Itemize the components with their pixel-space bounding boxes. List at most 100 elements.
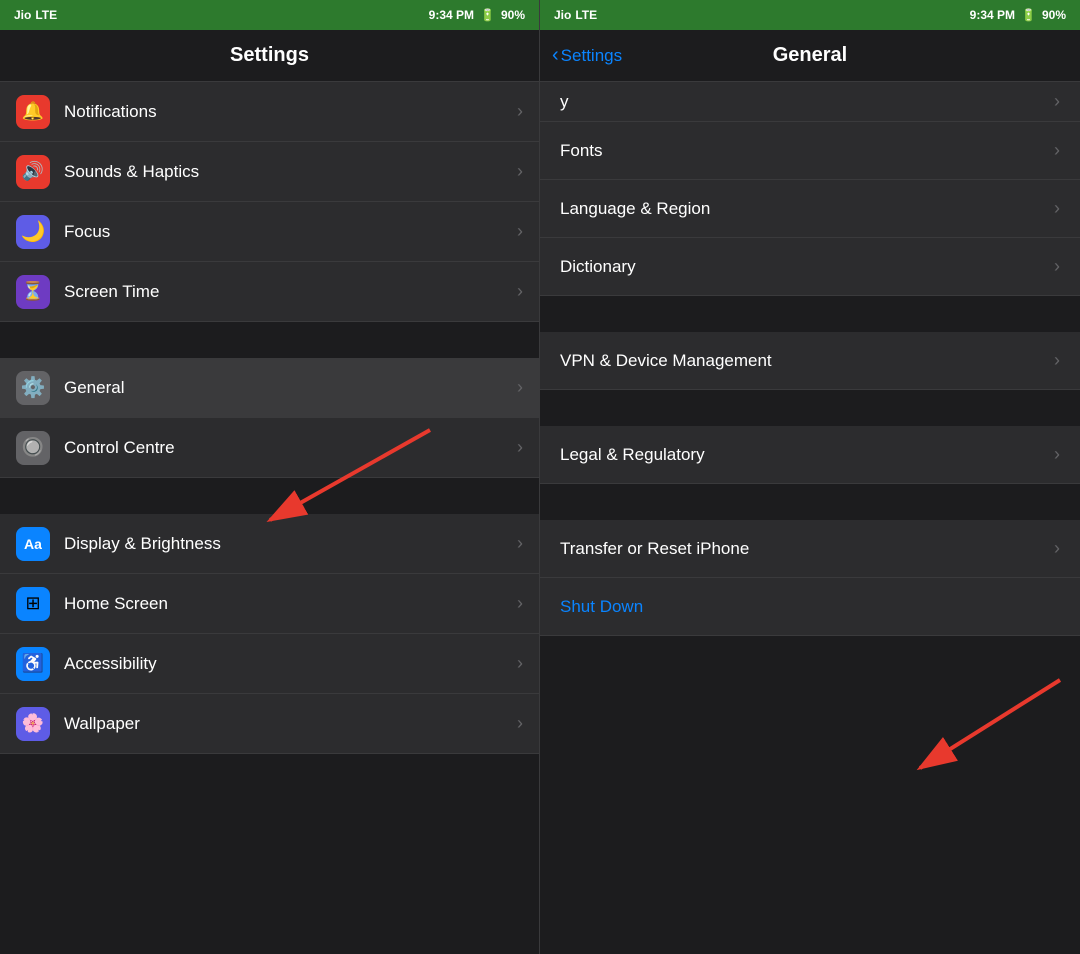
left-panel: Jio LTE 9:34 PM 🔋 90% Settings 🔔 Notific… [0, 0, 540, 954]
settings-item-transfer[interactable]: Transfer or Reset iPhone › [540, 520, 1080, 578]
accessibility-label: Accessibility [64, 654, 509, 674]
fonts-label: Fonts [560, 141, 1046, 161]
legal-chevron: › [1054, 444, 1060, 465]
network-right: LTE [575, 8, 597, 22]
settings-item-fonts[interactable]: Fonts › [540, 122, 1080, 180]
right-group-spacer2 [540, 390, 1080, 426]
sidebar-item-sounds[interactable]: 🔊 Sounds & Haptics › [0, 142, 539, 202]
settings-item-dictionary[interactable]: Dictionary › [540, 238, 1080, 296]
focus-label: Focus [64, 222, 509, 242]
transfer-chevron: › [1054, 538, 1060, 559]
partial-item[interactable]: y › [540, 82, 1080, 122]
sidebar-item-accessibility[interactable]: ♿ Accessibility › [0, 634, 539, 694]
controlcentre-icon: 🔘 [16, 431, 50, 465]
settings-item-legal[interactable]: Legal & Regulatory › [540, 426, 1080, 484]
vpn-chevron: › [1054, 350, 1060, 371]
focus-chevron: › [517, 221, 523, 242]
language-chevron: › [1054, 198, 1060, 219]
display-icon: Aa [16, 527, 50, 561]
time-right: 9:34 PM [970, 8, 1015, 22]
right-status-bar-left: Jio LTE [554, 8, 597, 22]
dictionary-label: Dictionary [560, 257, 1046, 277]
shutdown-label: Shut Down [560, 597, 1060, 617]
battery-left: 90% [501, 8, 525, 22]
left-group2: ⚙️ General › 🔘 Control Centre › [0, 358, 539, 478]
right-panel: Jio LTE 9:34 PM 🔋 90% ‹ Settings General… [540, 0, 1080, 954]
battery-icon-left: 🔋 [480, 8, 495, 22]
sidebar-item-wallpaper[interactable]: 🌸 Wallpaper › [0, 694, 539, 754]
carrier-left: Jio [14, 8, 31, 22]
accessibility-icon: ♿ [16, 647, 50, 681]
sounds-icon: 🔊 [16, 155, 50, 189]
wallpaper-icon: 🌸 [16, 707, 50, 741]
homescreen-icon: ⊞ [16, 587, 50, 621]
general-icon: ⚙️ [16, 371, 50, 405]
battery-icon-right: 🔋 [1021, 8, 1036, 22]
right-status-bar: Jio LTE 9:34 PM 🔋 90% [540, 0, 1080, 30]
sidebar-item-homescreen[interactable]: ⊞ Home Screen › [0, 574, 539, 634]
settings-item-shutdown[interactable]: Shut Down [540, 578, 1080, 636]
left-nav-bar: Settings [0, 30, 539, 82]
battery-right: 90% [1042, 8, 1066, 22]
back-button[interactable]: ‹ Settings [552, 44, 622, 67]
legal-label: Legal & Regulatory [560, 445, 1046, 465]
general-chevron: › [517, 377, 523, 398]
homescreen-label: Home Screen [64, 594, 509, 614]
wallpaper-chevron: › [517, 713, 523, 734]
partial-chevron: › [1054, 91, 1060, 112]
right-settings-list: y › Fonts › Language & Region › Dictiona… [540, 82, 1080, 954]
time-left: 9:34 PM [429, 8, 474, 22]
settings-item-vpn[interactable]: VPN & Device Management › [540, 332, 1080, 390]
left-nav-title: Settings [230, 44, 309, 67]
left-settings-list: 🔔 Notifications › 🔊 Sounds & Haptics › 🌙… [0, 82, 539, 954]
left-group1: 🔔 Notifications › 🔊 Sounds & Haptics › 🌙… [0, 82, 539, 322]
dictionary-chevron: › [1054, 256, 1060, 277]
sounds-chevron: › [517, 161, 523, 182]
general-label: General [64, 378, 509, 398]
right-nav-title: General [773, 44, 847, 67]
controlcentre-chevron: › [517, 437, 523, 458]
display-label: Display & Brightness [64, 534, 509, 554]
notifications-icon: 🔔 [16, 95, 50, 129]
back-chevron-icon: ‹ [552, 44, 559, 67]
left-status-bar: Jio LTE 9:34 PM 🔋 90% [0, 0, 539, 30]
right-group1: Fonts › Language & Region › Dictionary › [540, 122, 1080, 296]
sidebar-item-controlcentre[interactable]: 🔘 Control Centre › [0, 418, 539, 478]
homescreen-chevron: › [517, 593, 523, 614]
accessibility-chevron: › [517, 653, 523, 674]
sidebar-item-display[interactable]: Aa Display & Brightness › [0, 514, 539, 574]
back-label: Settings [561, 46, 622, 66]
sidebar-item-screentime[interactable]: ⏳ Screen Time › [0, 262, 539, 322]
settings-item-language[interactable]: Language & Region › [540, 180, 1080, 238]
left-group-spacer1 [0, 322, 539, 358]
right-group4: Transfer or Reset iPhone › Shut Down [540, 520, 1080, 636]
left-status-bar-right: 9:34 PM 🔋 90% [429, 8, 525, 22]
vpn-label: VPN & Device Management [560, 351, 1046, 371]
transfer-label: Transfer or Reset iPhone [560, 539, 1046, 559]
right-nav-bar: ‹ Settings General [540, 30, 1080, 82]
screentime-label: Screen Time [64, 282, 509, 302]
sidebar-item-general[interactable]: ⚙️ General › [0, 358, 539, 418]
display-chevron: › [517, 533, 523, 554]
left-status-bar-left: Jio LTE [14, 8, 57, 22]
controlcentre-label: Control Centre [64, 438, 509, 458]
focus-icon: 🌙 [16, 215, 50, 249]
partial-label: y [560, 92, 1046, 112]
sidebar-item-focus[interactable]: 🌙 Focus › [0, 202, 539, 262]
network-left: LTE [35, 8, 57, 22]
screentime-icon: ⏳ [16, 275, 50, 309]
left-group-spacer2 [0, 478, 539, 514]
sidebar-item-notifications[interactable]: 🔔 Notifications › [0, 82, 539, 142]
right-group3: Legal & Regulatory › [540, 426, 1080, 484]
wallpaper-label: Wallpaper [64, 714, 509, 734]
left-group3: Aa Display & Brightness › ⊞ Home Screen … [0, 514, 539, 754]
right-group-spacer3 [540, 484, 1080, 520]
carrier-right: Jio [554, 8, 571, 22]
notifications-label: Notifications [64, 102, 509, 122]
notifications-chevron: › [517, 101, 523, 122]
fonts-chevron: › [1054, 140, 1060, 161]
screentime-chevron: › [517, 281, 523, 302]
right-status-bar-right: 9:34 PM 🔋 90% [970, 8, 1066, 22]
right-group2: VPN & Device Management › [540, 332, 1080, 390]
right-group-spacer1 [540, 296, 1080, 332]
